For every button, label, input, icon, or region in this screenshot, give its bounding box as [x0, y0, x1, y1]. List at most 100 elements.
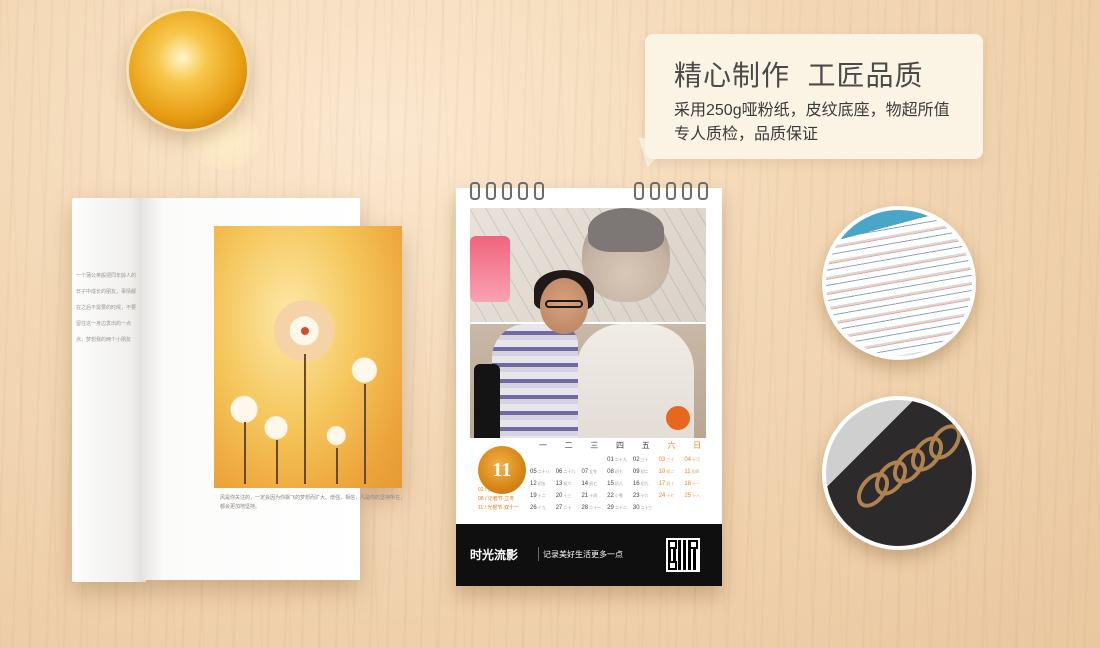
event-item: 01 / 万圣节·寒衣 — [478, 487, 515, 493]
calendar-day: 10初二 — [659, 466, 685, 478]
brand-slogan: 记录美好生活更多一点 — [543, 550, 623, 559]
lunar-day: 十月 — [692, 457, 700, 462]
binding-ring — [682, 182, 692, 200]
calendar-day: 12初五 — [530, 478, 556, 490]
binding-ring — [698, 182, 708, 200]
calendar-day: 28二十一 — [581, 502, 607, 514]
day-number: 28 — [581, 505, 589, 511]
day-number: 11 — [684, 469, 691, 475]
day-number: 21 — [581, 493, 589, 499]
binding-ring — [470, 182, 480, 200]
lunar-day: 三十 — [640, 457, 649, 462]
weekday-label: 六 — [667, 441, 676, 450]
calendar-day: 14初七 — [581, 478, 607, 490]
calendar-day: 05二十八 — [530, 466, 556, 478]
weekday-label: 日 — [693, 441, 702, 450]
calendar-footer: 时光流影 记录美好生活更多一点 — [456, 524, 722, 586]
calendar-photo-top — [470, 208, 706, 322]
calendar-day: 18十一 — [684, 478, 710, 490]
lunar-day: 十六 — [640, 493, 649, 498]
calendar-grid: 01二十九 02三十 03三十 04十月 05二十八 06二十九 07立冬 08初七 09初二 1… — [530, 454, 710, 514]
feature-line: 专人质检，品质保证 — [674, 126, 819, 143]
lunar-day: 初五 — [537, 481, 546, 486]
calendar-day — [556, 454, 582, 466]
day-number: 17 — [658, 481, 666, 487]
calendar-day: 06二十九 — [556, 466, 582, 478]
calendar-day: 23十六 — [633, 490, 659, 502]
lunar-day: 十三 — [563, 493, 572, 498]
lunar-day: 十四 — [589, 493, 598, 498]
qr-finder — [668, 540, 677, 549]
qr-finder — [689, 540, 698, 549]
binding-ring — [534, 182, 544, 200]
book-caption: 风是你关注的，一定会因为你飘飞的梦想而扩大。增强，相信，凡是你的坚持所在，都会更… — [220, 495, 406, 510]
binding-ring — [486, 182, 496, 200]
day-number: 30 — [632, 505, 640, 511]
lunar-day: 十九 — [537, 505, 546, 510]
lunar-day: 二十二 — [614, 505, 627, 510]
brand-logo: 时光流影 — [470, 548, 519, 562]
day-number: 06 — [555, 469, 563, 475]
feature-line: 采用250g哑粉纸，皮纹底座，物超所值 — [674, 102, 950, 119]
day-number: 16 — [632, 481, 640, 487]
day-number: 14 — [581, 481, 589, 487]
lunar-day: 十八 — [692, 493, 700, 498]
brand-divider — [538, 547, 539, 561]
painting-stem — [276, 440, 278, 484]
spiral-binding-closeup — [822, 396, 976, 550]
weekday-label: 二 — [564, 441, 573, 450]
lunar-day: 二十九 — [614, 457, 627, 462]
calendar-week-row: 01二十九 02三十 03三十 04十月 — [530, 454, 710, 466]
lunar-day: 二十三 — [640, 505, 653, 510]
calendar-events: 01 / 万圣节·寒衣 08 / 记者节·立冬 11 / 光棍节·双十一 — [478, 486, 538, 513]
lunar-day: 初十 — [666, 481, 675, 486]
day-number: 15 — [607, 481, 614, 487]
calendar-day: 16初九 — [633, 478, 659, 490]
calendar-day — [659, 502, 685, 514]
day-number: 10 — [658, 469, 666, 475]
desk-calendar: 11 01 / 万圣节·寒衣 08 / 记者节·立冬 11 / 光棍节·双十一 … — [456, 182, 722, 586]
painting-stem — [336, 448, 338, 484]
calendar-week-row: 05二十八 06二十九 07立冬 08初七 09初二 10初二 11初四 — [530, 466, 710, 478]
painting-stem — [244, 422, 246, 484]
woman-shirt — [492, 324, 578, 438]
calendar-week-row: 12初五 13初六 14初七 15初八 16初九 17初十 18十一 — [530, 478, 710, 490]
calendar-day: 29二十二 — [607, 502, 633, 514]
book-right-page: 风是你关注的，一定会因为你飘飞的梦想而扩大。增强，相信，凡是你的坚持所在，都会更… — [142, 198, 405, 580]
dandelion-painting — [214, 226, 402, 488]
lunar-day: 十七 — [666, 493, 675, 498]
day-number: 24 — [658, 493, 666, 499]
lunar-day: 十二 — [537, 493, 546, 498]
binding-ring — [634, 182, 644, 200]
qr-finder — [668, 561, 677, 570]
calendar-day: 07立冬 — [581, 466, 607, 478]
weekday-label: 三 — [590, 441, 599, 450]
binding-ring — [650, 182, 660, 200]
calendar-day: 27二十 — [556, 502, 582, 514]
lunar-day: 十一 — [692, 481, 700, 486]
painting-stem — [364, 384, 366, 484]
calendar-day: 25十八 — [684, 490, 710, 502]
lunar-day: 初九 — [640, 481, 649, 486]
orange-ornament — [666, 406, 690, 430]
binding-ring — [502, 182, 512, 200]
headline: 精心制作 工匠品质 — [674, 60, 924, 91]
event-item: 11 / 光棍节·双十一 — [478, 505, 520, 511]
calendar-photo-bottom — [470, 324, 706, 438]
calendar-day: 01二十九 — [607, 454, 633, 466]
qr-code — [666, 538, 700, 572]
event-item: 08 / 记者节·立冬 — [478, 496, 515, 502]
lunar-day: 二十八 — [537, 469, 550, 474]
book-left-page: 一个蒲公英般把同年龄人的日子中成长的朋友，事情都在之后不需要的时候，不要留住这一… — [72, 198, 146, 582]
day-number: 12 — [530, 481, 537, 487]
calendar-day: 15初八 — [607, 478, 633, 490]
lunar-day: 二十一 — [589, 505, 602, 510]
pink-bag — [470, 236, 510, 302]
weekday-label: 五 — [641, 441, 650, 450]
day-number: 13 — [555, 481, 563, 487]
lunar-day: 初六 — [563, 481, 572, 486]
day-number: 23 — [632, 493, 640, 499]
calendar-day: 17初十 — [659, 478, 685, 490]
calendar-day: 03三十 — [659, 454, 685, 466]
calendar-day: 21十四 — [581, 490, 607, 502]
